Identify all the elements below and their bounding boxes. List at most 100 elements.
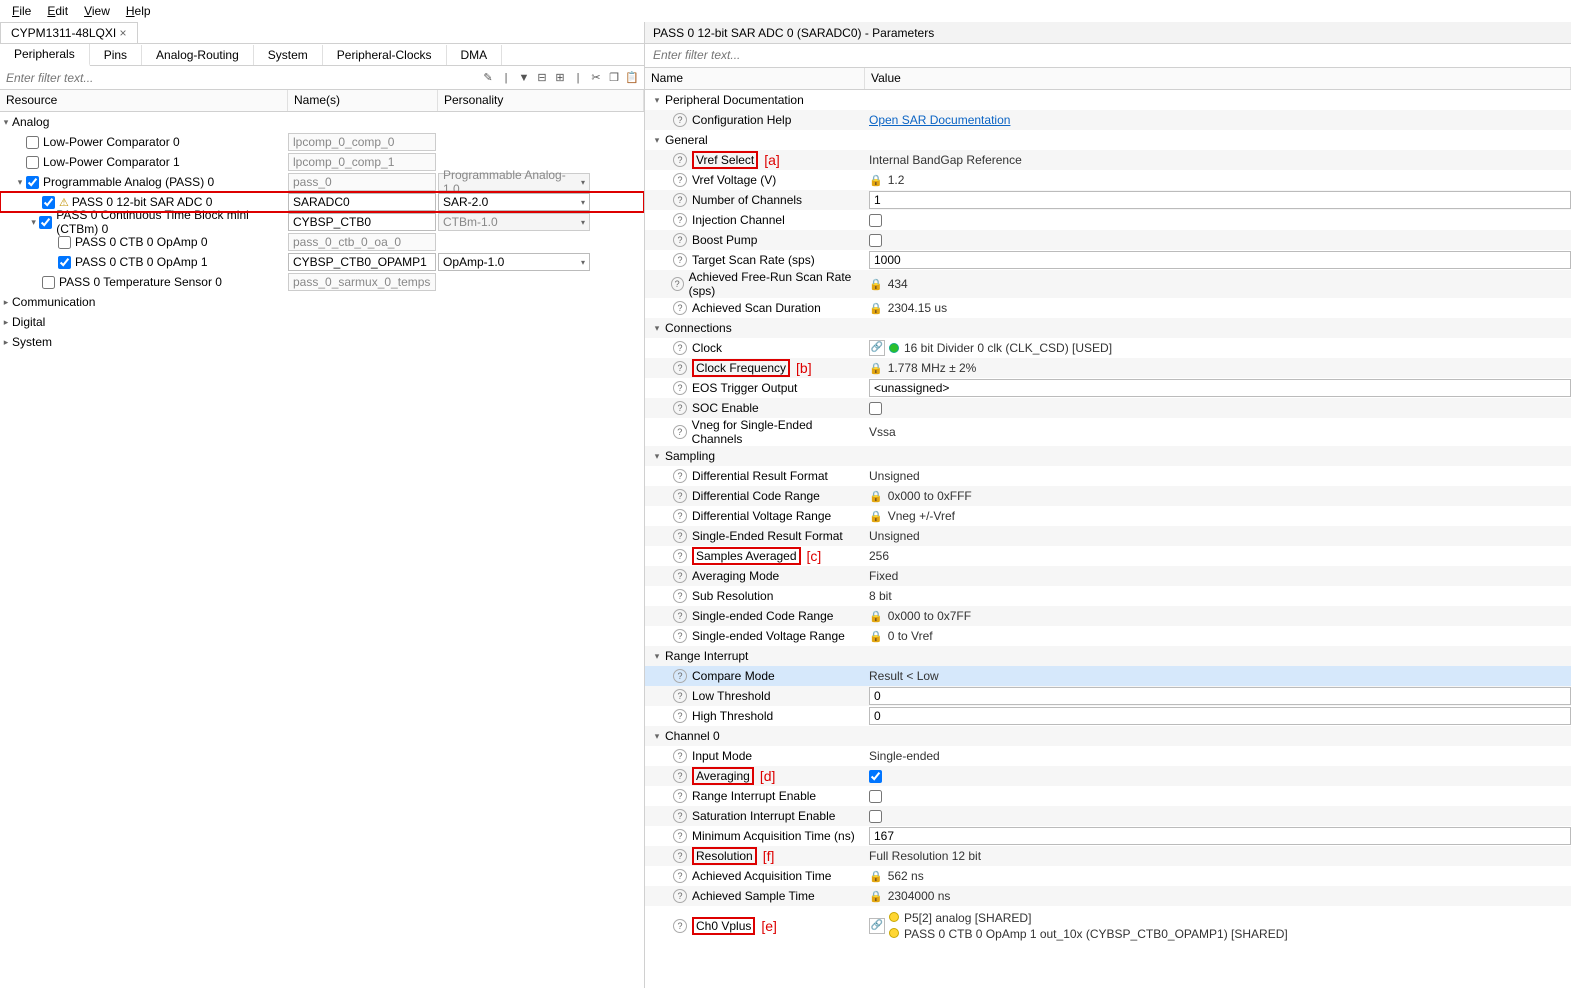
expander-icon[interactable]: ▾ xyxy=(651,651,663,662)
header-param-value[interactable]: Value xyxy=(865,68,1571,89)
help-icon[interactable]: ? xyxy=(673,173,687,187)
help-icon[interactable]: ? xyxy=(673,381,687,395)
input-hthr[interactable] xyxy=(869,707,1571,725)
help-icon[interactable]: ? xyxy=(673,469,687,483)
name-input[interactable] xyxy=(288,173,436,191)
checkbox[interactable] xyxy=(58,236,71,249)
checkbox[interactable] xyxy=(26,176,39,189)
tree-saradc[interactable]: PASS 0 12-bit SAR ADC 0 xyxy=(72,195,213,209)
help-icon[interactable]: ? xyxy=(673,609,687,623)
help-icon[interactable]: ? xyxy=(673,869,687,883)
name-input[interactable] xyxy=(288,273,436,291)
checkbox[interactable] xyxy=(42,196,55,209)
help-icon[interactable]: ? xyxy=(673,549,687,563)
expander-icon[interactable]: ▸ xyxy=(0,317,12,328)
link-icon[interactable]: 🔗 xyxy=(869,340,885,356)
help-icon[interactable]: ? xyxy=(673,509,687,523)
name-input[interactable] xyxy=(288,153,436,171)
help-icon[interactable]: ? xyxy=(673,341,687,355)
cut-icon[interactable]: ✂ xyxy=(588,70,604,86)
expander-icon[interactable]: ▾ xyxy=(14,177,26,188)
input-tscan[interactable] xyxy=(869,251,1571,269)
help-icon[interactable]: ? xyxy=(673,669,687,683)
cat-channel0[interactable]: Channel 0 xyxy=(665,729,720,743)
help-icon[interactable]: ? xyxy=(673,301,687,315)
val-serf[interactable]: Unsigned xyxy=(865,529,1571,543)
name-input[interactable] xyxy=(288,193,436,211)
val-savg[interactable]: 256 xyxy=(865,549,1571,563)
checkbox-avg[interactable] xyxy=(869,770,882,783)
val-subr[interactable]: 8 bit xyxy=(865,589,1571,603)
subtab-peripherals[interactable]: Peripherals xyxy=(0,44,90,66)
collapse-icon[interactable]: ⊞ xyxy=(552,70,568,86)
filter-icon[interactable]: ▼ xyxy=(516,70,532,86)
help-icon[interactable]: ? xyxy=(671,277,684,291)
cat-sampling[interactable]: Sampling xyxy=(665,449,715,463)
checkbox[interactable] xyxy=(26,136,39,149)
expander-icon[interactable]: ▸ xyxy=(0,337,12,348)
menu-help[interactable]: Help xyxy=(118,2,159,20)
help-icon[interactable]: ? xyxy=(673,153,687,167)
expander-icon[interactable]: ▾ xyxy=(651,95,663,106)
header-personality[interactable]: Personality xyxy=(438,90,644,111)
filter-input[interactable] xyxy=(0,67,480,89)
personality-select[interactable]: OpAmp-1.0▾ xyxy=(438,253,590,271)
val-imode[interactable]: Single-ended xyxy=(865,749,1571,763)
tree-ctbm[interactable]: PASS 0 Continuous Time Block mini (CTBm)… xyxy=(56,208,288,236)
header-param-name[interactable]: Name xyxy=(645,68,865,89)
subtab-analog-routing[interactable]: Analog-Routing xyxy=(142,45,254,65)
tree-digital[interactable]: Digital xyxy=(12,315,45,329)
name-input[interactable] xyxy=(288,133,436,151)
menu-file[interactable]: File xyxy=(4,2,39,20)
header-names[interactable]: Name(s) xyxy=(288,90,438,111)
expand-icon[interactable]: ⊟ xyxy=(534,70,550,86)
help-icon[interactable]: ? xyxy=(673,113,687,127)
cat-doc[interactable]: Peripheral Documentation xyxy=(665,93,804,107)
tree-lpc1[interactable]: Low-Power Comparator 1 xyxy=(43,155,180,169)
help-icon[interactable]: ? xyxy=(673,401,687,415)
subtab-system[interactable]: System xyxy=(254,45,323,65)
checkbox-soc[interactable] xyxy=(869,402,882,415)
help-icon[interactable]: ? xyxy=(673,489,687,503)
personality-select[interactable]: CTBm-1.0▾ xyxy=(438,213,590,231)
tree-opamp0[interactable]: PASS 0 CTB 0 OpAmp 0 xyxy=(75,235,208,249)
help-icon[interactable]: ? xyxy=(673,425,687,439)
help-icon[interactable]: ? xyxy=(673,849,687,863)
cat-general[interactable]: General xyxy=(665,133,708,147)
val-vref-select[interactable]: Internal BandGap Reference xyxy=(865,153,1571,167)
help-icon[interactable]: ? xyxy=(673,889,687,903)
tab-device[interactable]: CYPM1311-48LQXI xyxy=(0,22,138,43)
help-icon[interactable]: ? xyxy=(673,233,687,247)
cat-connections[interactable]: Connections xyxy=(665,321,732,335)
name-input[interactable] xyxy=(288,213,436,231)
help-icon[interactable]: ? xyxy=(673,689,687,703)
input-eos[interactable] xyxy=(869,379,1571,397)
tree-system[interactable]: System xyxy=(12,335,52,349)
subtab-peripheral-clocks[interactable]: Peripheral-Clocks xyxy=(323,45,447,65)
help-icon[interactable]: ? xyxy=(673,809,687,823)
help-icon[interactable]: ? xyxy=(673,253,687,267)
expander-icon[interactable]: ▾ xyxy=(28,217,39,228)
val-cmode[interactable]: Result < Low xyxy=(865,669,1571,683)
help-icon[interactable]: ? xyxy=(673,749,687,763)
help-icon[interactable]: ? xyxy=(673,789,687,803)
checkbox-boost[interactable] xyxy=(869,234,882,247)
help-icon[interactable]: ? xyxy=(673,919,687,933)
input-nchan[interactable] xyxy=(869,191,1571,209)
val-vplus-1[interactable]: P5[2] analog [SHARED] xyxy=(904,911,1031,925)
input-lthr[interactable] xyxy=(869,687,1571,705)
input-mat[interactable] xyxy=(869,827,1571,845)
menu-edit[interactable]: Edit xyxy=(39,2,76,20)
val-vneg[interactable]: Vssa xyxy=(865,425,1571,439)
help-icon[interactable]: ? xyxy=(673,529,687,543)
checkbox[interactable] xyxy=(42,276,55,289)
personality-select[interactable]: Programmable Analog-1.0▾ xyxy=(438,173,590,191)
checkbox[interactable] xyxy=(58,256,71,269)
copy-icon[interactable]: ❐ xyxy=(606,70,622,86)
checkbox-sie[interactable] xyxy=(869,810,882,823)
help-icon[interactable]: ? xyxy=(673,589,687,603)
help-icon[interactable]: ? xyxy=(673,629,687,643)
val-clock[interactable]: 16 bit Divider 0 clk (CLK_CSD) [USED] xyxy=(904,341,1112,355)
help-icon[interactable]: ? xyxy=(673,829,687,843)
tree-comm[interactable]: Communication xyxy=(12,295,95,309)
